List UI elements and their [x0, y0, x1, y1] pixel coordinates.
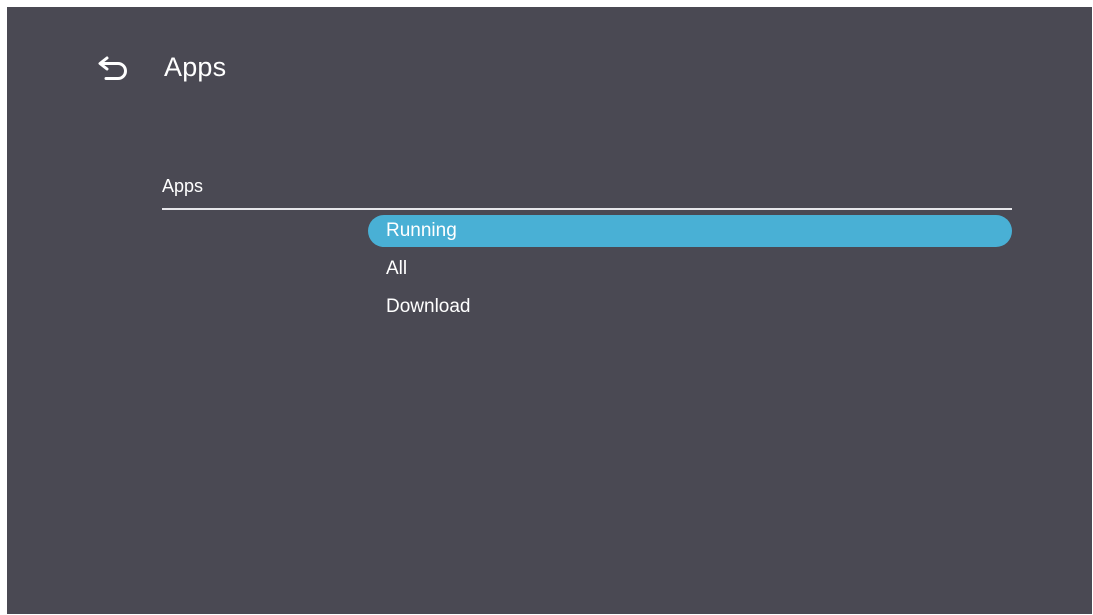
back-button[interactable]: [93, 50, 135, 86]
page-title: Apps: [164, 52, 227, 82]
menu-item-all[interactable]: All: [368, 253, 1012, 285]
section-divider: [162, 208, 1012, 210]
menu-item-download[interactable]: Download: [368, 291, 1012, 323]
section-label: Apps: [162, 176, 204, 196]
settings-screen: Apps Apps Running All Download: [7, 7, 1092, 614]
apps-menu-list: Running All Download: [368, 215, 1012, 329]
menu-item-running[interactable]: Running: [368, 215, 1012, 247]
back-arrow-icon: [97, 55, 131, 81]
